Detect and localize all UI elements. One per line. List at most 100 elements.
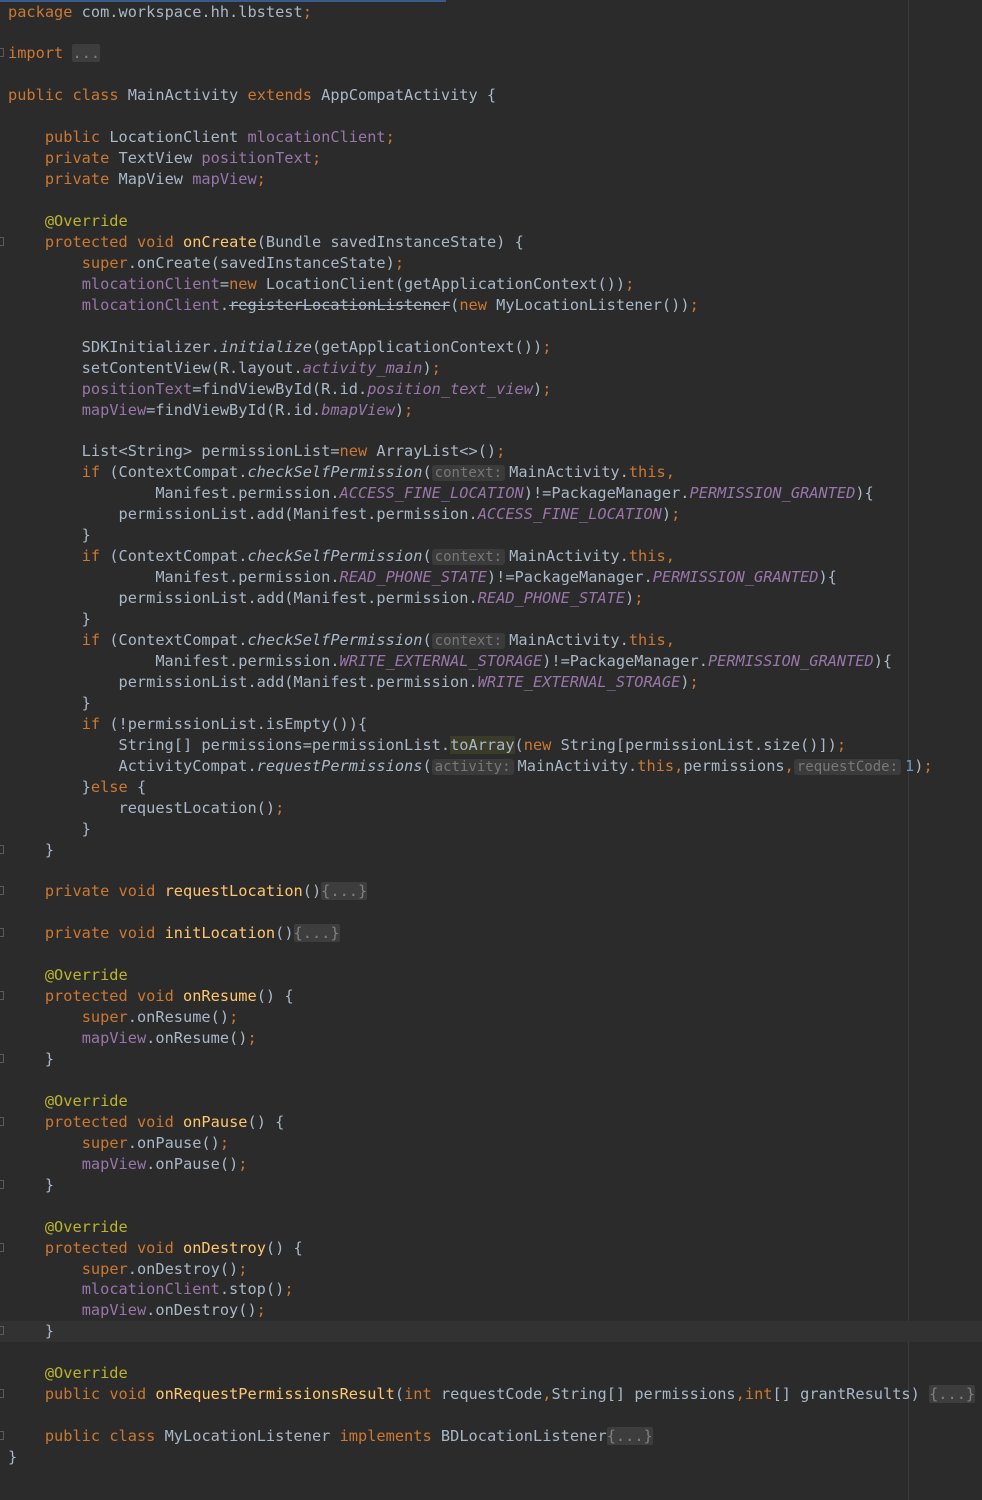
- fold-marker-icon[interactable]: [0, 886, 5, 896]
- code-line[interactable]: }else {: [0, 777, 982, 798]
- code-line[interactable]: ActivityCompat.requestPermissions(activi…: [0, 756, 982, 777]
- code-text: List<String> permissionList=new ArrayLis…: [8, 442, 506, 461]
- code-line[interactable]: [0, 22, 982, 43]
- code-line[interactable]: [0, 106, 982, 127]
- code-line[interactable]: super.onDestroy();: [0, 1259, 982, 1280]
- code-line[interactable]: if (ContextCompat.checkSelfPermission(co…: [0, 546, 982, 567]
- code-line[interactable]: setContentView(R.layout.activity_main);: [0, 358, 982, 379]
- code-line[interactable]: Manifest.permission.WRITE_EXTERNAL_STORA…: [0, 651, 982, 672]
- code-line[interactable]: mapView=findViewById(R.id.bmapView);: [0, 400, 982, 421]
- code-text: }: [8, 1175, 55, 1194]
- code-line[interactable]: @Override: [0, 1217, 982, 1238]
- code-line[interactable]: mlocationClient=new LocationClient(getAp…: [0, 274, 982, 295]
- code-line[interactable]: permissionList.add(Manifest.permission.A…: [0, 504, 982, 525]
- code-text: public void onRequestPermissionsResult(i…: [44, 1385, 976, 1404]
- code-line[interactable]: }: [0, 840, 982, 861]
- code-line[interactable]: requestLocation();: [0, 798, 982, 819]
- code-text: mapView.onDestroy();: [81, 1301, 266, 1320]
- code-line[interactable]: package com.workspace.hh.lbstest;: [0, 2, 982, 23]
- code-line[interactable]: public class MainActivity extends AppCom…: [0, 85, 982, 106]
- code-line[interactable]: super.onCreate(savedInstanceState);: [0, 253, 982, 274]
- fold-marker-icon[interactable]: [0, 48, 5, 58]
- code-text: protected void onResume() {: [44, 987, 294, 1006]
- fold-marker-icon[interactable]: [0, 1389, 5, 1399]
- code-line[interactable]: [0, 64, 982, 85]
- code-line[interactable]: Manifest.permission.ACCESS_FINE_LOCATION…: [0, 483, 982, 504]
- code-text: }: [8, 819, 91, 838]
- code-line[interactable]: [0, 1196, 982, 1217]
- code-line[interactable]: }: [0, 1175, 982, 1196]
- fold-marker-icon[interactable]: [0, 844, 5, 855]
- code-line[interactable]: permissionList.add(Manifest.permission.R…: [0, 588, 982, 609]
- code-line[interactable]: }: [0, 1447, 982, 1468]
- code-line[interactable]: permissionList.add(Manifest.permission.W…: [0, 672, 982, 693]
- code-line[interactable]: mapView.onPause();: [0, 1154, 982, 1175]
- fold-marker-icon[interactable]: [0, 1242, 5, 1253]
- code-line[interactable]: }: [0, 819, 982, 840]
- code-text: mlocationClient.registerLocationListener…: [81, 295, 699, 314]
- code-line[interactable]: protected void onPause() {: [0, 1112, 982, 1133]
- code-text: mlocationClient=new LocationClient(getAp…: [81, 274, 635, 293]
- code-line[interactable]: [0, 1070, 982, 1091]
- code-text: private MapView mapView;: [44, 170, 266, 189]
- code-line[interactable]: mlocationClient.registerLocationListener…: [0, 295, 982, 316]
- code-line[interactable]: public LocationClient mlocationClient;: [0, 127, 982, 148]
- code-line[interactable]: }: [0, 609, 982, 630]
- code-line[interactable]: if (ContextCompat.checkSelfPermission(co…: [0, 462, 982, 483]
- code-line[interactable]: public void onRequestPermissionsResult(i…: [0, 1384, 982, 1405]
- code-line[interactable]: public class MyLocationListener implemen…: [0, 1426, 982, 1447]
- code-line[interactable]: String[] permissions=permissionList.toAr…: [0, 735, 982, 756]
- code-line[interactable]: private MapView mapView;: [0, 169, 982, 190]
- code-line[interactable]: SDKInitializer.initialize(getApplication…: [0, 337, 982, 358]
- code-line[interactable]: [0, 1342, 982, 1363]
- code-line[interactable]: mlocationClient.stop();: [0, 1279, 982, 1300]
- code-editor[interactable]: package com.workspace.hh.lbstest; import …: [0, 0, 982, 1500]
- code-line[interactable]: super.onResume();: [0, 1007, 982, 1028]
- code-line[interactable]: protected void onResume() {: [0, 986, 982, 1007]
- code-line[interactable]: [0, 860, 982, 881]
- code-line[interactable]: mapView.onResume();: [0, 1028, 982, 1049]
- code-line[interactable]: @Override: [0, 1091, 982, 1112]
- code-line[interactable]: @Override: [0, 211, 982, 232]
- code-line[interactable]: [0, 190, 982, 211]
- code-line[interactable]: [0, 421, 982, 442]
- fold-marker-icon[interactable]: [0, 1326, 5, 1336]
- code-line[interactable]: protected void onCreate(Bundle savedInst…: [0, 232, 982, 253]
- code-line[interactable]: positionText=findViewById(R.id.position_…: [0, 379, 982, 400]
- code-line[interactable]: [0, 902, 982, 923]
- code-line[interactable]: super.onPause();: [0, 1133, 982, 1154]
- code-line[interactable]: if (!permissionList.isEmpty()){: [0, 714, 982, 735]
- code-line[interactable]: [0, 944, 982, 965]
- code-line[interactable]: }: [0, 525, 982, 546]
- code-line[interactable]: List<String> permissionList=new ArrayLis…: [0, 441, 982, 462]
- code-text: package com.workspace.hh.lbstest;: [8, 2, 312, 21]
- code-line[interactable]: if (ContextCompat.checkSelfPermission(co…: [0, 630, 982, 651]
- code-text: mlocationClient.stop();: [81, 1280, 294, 1299]
- code-text: super.onCreate(savedInstanceState);: [81, 253, 405, 272]
- fold-marker-icon[interactable]: [0, 991, 5, 1001]
- code-line[interactable]: }: [0, 1049, 982, 1070]
- code-text: protected void onDestroy() {: [44, 1238, 303, 1257]
- code-line[interactable]: import ...: [0, 43, 982, 64]
- code-line[interactable]: [0, 1405, 982, 1426]
- code-line[interactable]: mapView.onDestroy();: [0, 1300, 982, 1321]
- fold-marker-icon[interactable]: [0, 928, 5, 938]
- code-line[interactable]: @Override: [0, 965, 982, 986]
- fold-marker-icon[interactable]: [0, 1431, 5, 1441]
- fold-marker-icon[interactable]: [0, 1179, 5, 1190]
- code-line[interactable]: }: [0, 693, 982, 714]
- code-line[interactable]: @Override: [0, 1363, 982, 1384]
- code-line[interactable]: Manifest.permission.READ_PHONE_STATE)!=P…: [0, 567, 982, 588]
- code-text: }else {: [8, 777, 147, 796]
- code-line[interactable]: private void initLocation(){...}: [0, 923, 982, 944]
- fold-marker-icon[interactable]: [0, 1054, 5, 1064]
- code-line[interactable]: private void requestLocation(){...}: [0, 881, 982, 902]
- code-text: ActivityCompat.requestPermissions(activi…: [8, 756, 933, 775]
- fold-marker-icon[interactable]: [0, 236, 5, 247]
- code-text: super.onResume();: [81, 1008, 239, 1027]
- code-line[interactable]: private TextView positionText;: [0, 148, 982, 169]
- fold-marker-icon[interactable]: [0, 1116, 5, 1127]
- code-line[interactable]: [0, 316, 982, 337]
- code-line[interactable]: }: [0, 1321, 982, 1343]
- code-line[interactable]: protected void onDestroy() {: [0, 1238, 982, 1259]
